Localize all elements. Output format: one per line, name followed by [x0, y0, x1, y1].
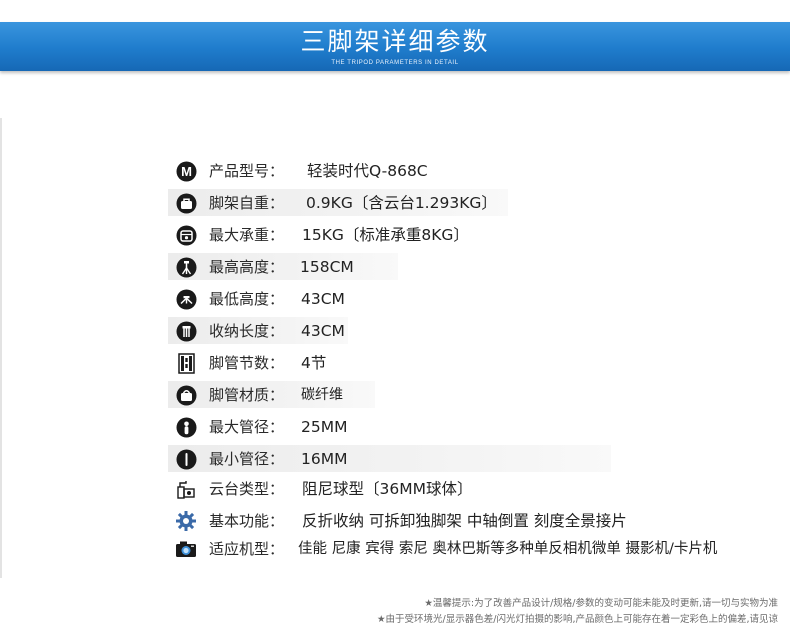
- spec-label: 最高高度：: [209, 258, 285, 276]
- tripod-head-icon: [175, 478, 197, 500]
- spec-label: 最小管径：: [209, 450, 285, 468]
- spec-value: 反折收纳 可拆卸独脚架 中轴倒置 刻度全景接片: [302, 512, 627, 530]
- spec-list: M 产品型号： 轻装时代Q-868C 脚架自重： 0.9KG〔含云台1.293K…: [0, 0, 790, 600]
- spec-value: 16MM: [301, 450, 348, 468]
- bag-icon: [175, 192, 197, 214]
- spec-value: 15KG〔标准承重8KG〕: [302, 226, 469, 244]
- spec-value: 43CM: [301, 290, 345, 308]
- spec-label: 最大承重：: [209, 226, 285, 244]
- footer-note-2: ★由于受环境光/显示器色差/闪光灯拍摄的影响,产品颜色上可能存在着一定彩色上的偏…: [377, 614, 778, 625]
- spec-row-max-tube: 最大管径： 25MM: [0, 412, 790, 442]
- spec-value: 阻尼球型〔36MM球体〕: [302, 480, 473, 498]
- tripod-tall-icon: [175, 256, 197, 278]
- spec-label: 最低高度：: [209, 290, 285, 308]
- spec-row-max-height: 最高高度： 158CM: [0, 252, 790, 282]
- spec-value: 0.9KG〔含云台1.293KG〕: [306, 194, 497, 212]
- m-letter-icon: M: [175, 160, 197, 182]
- spec-row-model: M 产品型号： 轻装时代Q-868C: [0, 156, 790, 186]
- spec-row-compatible: 适应机型： 佳能 尼康 宾得 索尼 奥林巴斯等多种单反相机微单 摄影机/卡片机: [0, 534, 790, 564]
- spec-label: 产品型号：: [209, 162, 285, 180]
- spec-row-weight: 脚架自重： 0.9KG〔含云台1.293KG〕: [0, 188, 790, 218]
- spec-value: 碳纤维: [301, 387, 343, 403]
- svg-text:M: M: [181, 164, 192, 179]
- spec-row-min-tube: 最小管径： 16MM: [0, 444, 790, 474]
- tube-small-icon: [175, 448, 197, 470]
- spec-value: 佳能 尼康 宾得 索尼 奥林巴斯等多种单反相机微单 摄影机/卡片机: [298, 541, 718, 557]
- spec-label: 云台类型：: [209, 480, 285, 498]
- spec-row-material: 脚管材质： 碳纤维: [0, 380, 790, 410]
- spec-row-sections: 脚管节数： 4节: [0, 348, 790, 378]
- spec-row-functions: 基本功能： 反折收纳 可拆卸独脚架 中轴倒置 刻度全景接片: [0, 506, 790, 536]
- spec-value: 轻装时代Q-868C: [307, 162, 428, 180]
- spec-row-max-load: 最大承重： 15KG〔标准承重8KG〕: [0, 220, 790, 250]
- scale-icon: [175, 224, 197, 246]
- footer-note-1: ★温馨提示:为了改善产品设计/规格/参数的变动可能未能及时更新,请一切与实物为准: [424, 598, 778, 609]
- spec-label: 脚管材质：: [209, 386, 285, 404]
- spec-label: 基本功能：: [209, 512, 285, 530]
- spec-row-folded-length: 收纳长度： 43CM: [0, 316, 790, 346]
- spec-row-min-height: 最低高度： 43CM: [0, 284, 790, 314]
- tube-large-icon: [175, 416, 197, 438]
- tripod-low-icon: [175, 288, 197, 310]
- spec-label: 收纳长度：: [209, 322, 285, 340]
- spec-row-head-type: 云台类型： 阻尼球型〔36MM球体〕: [0, 474, 790, 504]
- spec-value: 158CM: [300, 258, 354, 276]
- spec-label: 适应机型：: [209, 540, 285, 558]
- spec-value: 43CM: [301, 322, 345, 340]
- spec-label: 脚管节数：: [209, 354, 285, 372]
- gear-icon: [175, 510, 197, 532]
- spec-value: 25MM: [301, 418, 348, 436]
- camera-icon: [175, 538, 197, 560]
- spec-value: 4节: [301, 354, 327, 372]
- spec-label: 脚架自重：: [209, 194, 285, 212]
- folded-tripod-icon: [175, 320, 197, 342]
- spec-label: 最大管径：: [209, 418, 285, 436]
- material-bag-icon: [175, 384, 197, 406]
- sections-icon: [175, 352, 197, 374]
